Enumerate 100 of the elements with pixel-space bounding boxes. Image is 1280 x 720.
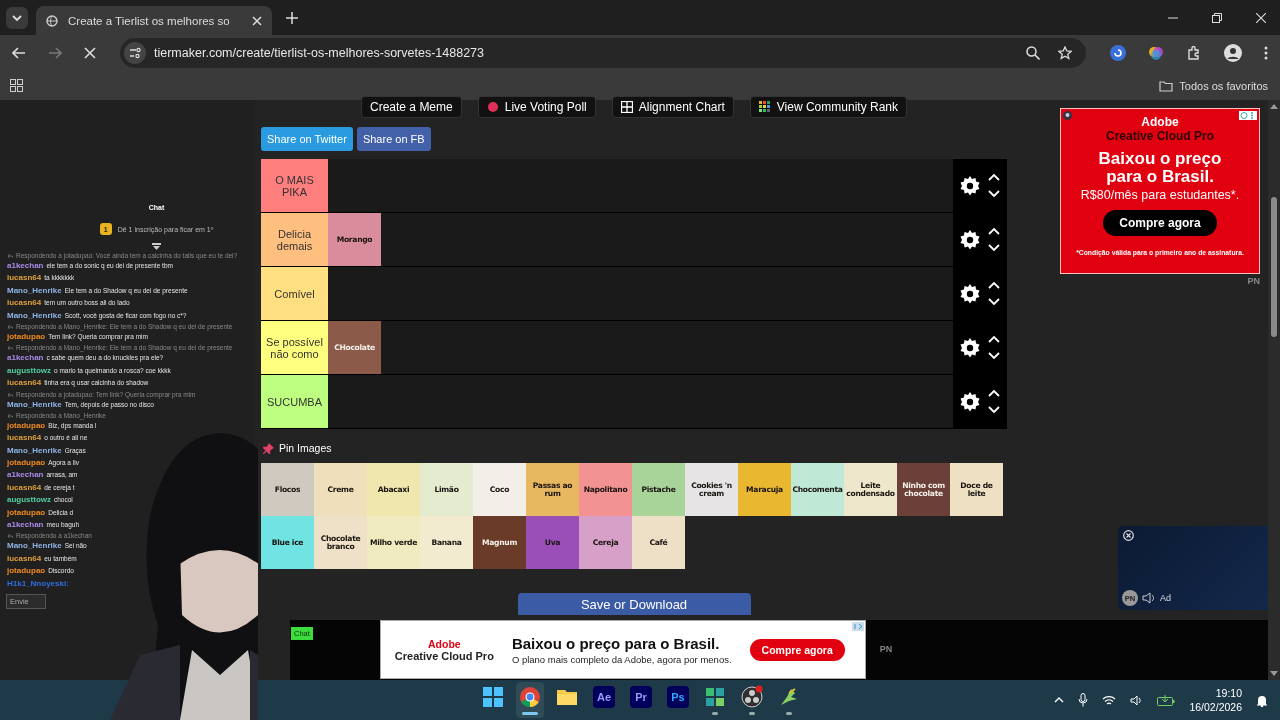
- close-icon[interactable]: [1123, 530, 1134, 541]
- ad-choices-icon[interactable]: [1063, 111, 1072, 120]
- speaker-icon[interactable]: [1142, 592, 1156, 604]
- menu-icon[interactable]: [1264, 46, 1268, 60]
- settings-icon[interactable]: [960, 391, 980, 412]
- windows-logo-icon[interactable]: [481, 685, 505, 709]
- site-info-icon[interactable]: [124, 42, 146, 64]
- cta-button[interactable]: Compre agora: [1103, 209, 1217, 236]
- search-icon[interactable]: [1026, 46, 1040, 60]
- battery-icon[interactable]: [1157, 694, 1176, 706]
- chat-username[interactable]: Mano_Henrike: [7, 444, 62, 458]
- chat-username[interactable]: a1kechan: [7, 260, 44, 273]
- chevron-up-icon[interactable]: [988, 281, 1000, 289]
- chat-username[interactable]: jotadupao: [7, 330, 46, 344]
- ad-headline: Baixou o preço para o Brasil.: [1097, 150, 1223, 186]
- tab-list-caret-icon[interactable]: [6, 6, 28, 29]
- chat-username[interactable]: lucasn64: [7, 297, 42, 310]
- chat-username[interactable]: augusttowz: [7, 364, 51, 378]
- tier-label: Comível: [261, 267, 328, 320]
- chat-username[interactable]: Mano_Henrike: [7, 309, 62, 322]
- close-icon[interactable]: [1256, 12, 1266, 23]
- chat-username[interactable]: Mano_Henrike: [7, 284, 62, 298]
- chat-username[interactable]: lucasn64: [7, 272, 42, 285]
- globe-icon: [46, 14, 58, 27]
- chat-username[interactable]: lucasn64: [7, 432, 42, 445]
- new-tab-icon[interactable]: [286, 11, 298, 24]
- wifi-icon[interactable]: [1102, 694, 1117, 706]
- chat-username[interactable]: H1k1_Nnoyeski:: [7, 577, 69, 590]
- mosaic-icon: [758, 101, 771, 113]
- chevron-up-icon[interactable]: [988, 173, 1000, 181]
- app-icon[interactable]: Pr: [630, 686, 652, 708]
- volume-icon[interactable]: [1130, 694, 1144, 706]
- settings-icon[interactable]: [960, 283, 980, 304]
- scroll-down-icon[interactable]: [1270, 671, 1278, 676]
- toolbar-button[interactable]: Alignment Chart: [611, 96, 734, 118]
- extension-icon[interactable]: [1148, 45, 1164, 61]
- star-icon[interactable]: [1058, 46, 1072, 60]
- chat-username[interactable]: jotadupao: [7, 457, 46, 470]
- chat-username[interactable]: a1kechan: [7, 519, 44, 532]
- chevron-down-icon[interactable]: [988, 406, 1000, 414]
- ad-banner[interactable]: Adobe Creative Cloud Pro Baixou o preço para o Brasil. O plano mais completo da Adobe, agora por menos. Compre agora: [379, 620, 866, 679]
- toolbar-button[interactable]: Live Voting Poll: [477, 96, 596, 118]
- scrollbar[interactable]: [1268, 100, 1280, 680]
- bookmarks-folder[interactable]: Todos os favoritos: [1159, 79, 1268, 92]
- toolbar-button[interactable]: Create a Meme: [361, 96, 462, 118]
- product-name: Creative Cloud Pro: [394, 649, 494, 662]
- chevron-down-icon[interactable]: [988, 244, 1000, 252]
- chat-username[interactable]: lucasn64: [7, 481, 42, 495]
- app-icon[interactable]: Ae: [593, 686, 615, 708]
- save-button[interactable]: Save or Download: [517, 593, 751, 615]
- chat-username[interactable]: Mano_Henrike: [7, 540, 62, 553]
- share-button[interactable]: Share on FB: [356, 127, 431, 151]
- chat-username[interactable]: augusttowz: [7, 494, 51, 507]
- microphone-icon[interactable]: [1078, 693, 1089, 707]
- chevron-up-icon[interactable]: [988, 335, 1000, 343]
- settings-icon[interactable]: [960, 337, 980, 358]
- chat-username[interactable]: lucasn64: [7, 377, 42, 390]
- ad-info-icon[interactable]: [851, 622, 864, 631]
- cta-button[interactable]: Compre agora: [749, 638, 845, 661]
- app-icon[interactable]: Ps: [667, 686, 689, 708]
- restore-icon[interactable]: [1212, 12, 1222, 23]
- recorder-icon[interactable]: [740, 685, 764, 709]
- chevron-up-icon[interactable]: [988, 389, 1000, 397]
- settings-icon[interactable]: [960, 229, 980, 250]
- chat-username[interactable]: Mano_Henrike: [7, 398, 62, 411]
- back-arrow-icon[interactable]: [12, 47, 26, 59]
- browser-tab[interactable]: Create a Tierlist os melhores so: [36, 6, 272, 35]
- grid-icon: [620, 101, 633, 113]
- apps-grid-icon[interactable]: [10, 79, 23, 92]
- chat-username[interactable]: jotadupao: [7, 565, 46, 578]
- ad-subline: O plano mais completo da Adobe, agora por menos.: [511, 653, 732, 665]
- close-icon[interactable]: [252, 15, 262, 26]
- chevron-down-icon[interactable]: [988, 352, 1000, 360]
- profile-icon[interactable]: [1224, 44, 1242, 62]
- extension-icon[interactable]: [1110, 45, 1126, 61]
- chevron-up-icon[interactable]: [988, 227, 1000, 235]
- settings-icon[interactable]: [960, 175, 980, 196]
- scroll-down-icon[interactable]: [152, 243, 161, 250]
- chat-username[interactable]: jotadupao: [7, 419, 46, 433]
- forward-arrow-icon[interactable]: [48, 47, 62, 59]
- stop-icon[interactable]: [84, 47, 96, 59]
- scroll-thumb[interactable]: [1271, 197, 1277, 337]
- chevron-up-icon[interactable]: [1054, 697, 1065, 703]
- chat-username[interactable]: a1kechan: [7, 469, 44, 482]
- notification-icon[interactable]: [1256, 693, 1268, 707]
- tier-label: O MAIS PIKA: [261, 159, 328, 212]
- folder-icon: [1159, 79, 1174, 92]
- scroll-up-icon[interactable]: [1270, 104, 1278, 109]
- chat-username[interactable]: a1kechan: [7, 352, 44, 365]
- clock[interactable]: 19:10 16/02/2026: [1189, 685, 1242, 715]
- browser-icon[interactable]: [518, 685, 542, 709]
- chevron-down-icon[interactable]: [988, 298, 1000, 306]
- toolbar-button[interactable]: View Community Rank: [749, 96, 907, 118]
- puzzle-icon[interactable]: [1186, 45, 1202, 61]
- brand-name: Adobe: [1141, 115, 1179, 129]
- chevron-down-icon[interactable]: [988, 190, 1000, 198]
- chat-username[interactable]: lucasn64: [7, 552, 42, 566]
- tiles-app-icon[interactable]: [703, 685, 727, 709]
- chat-username[interactable]: jotadupao: [7, 506, 46, 520]
- address-bar[interactable]: tiermaker.com/create/tierlist-os-melhores-sorvetes-1488273: [120, 38, 1086, 68]
